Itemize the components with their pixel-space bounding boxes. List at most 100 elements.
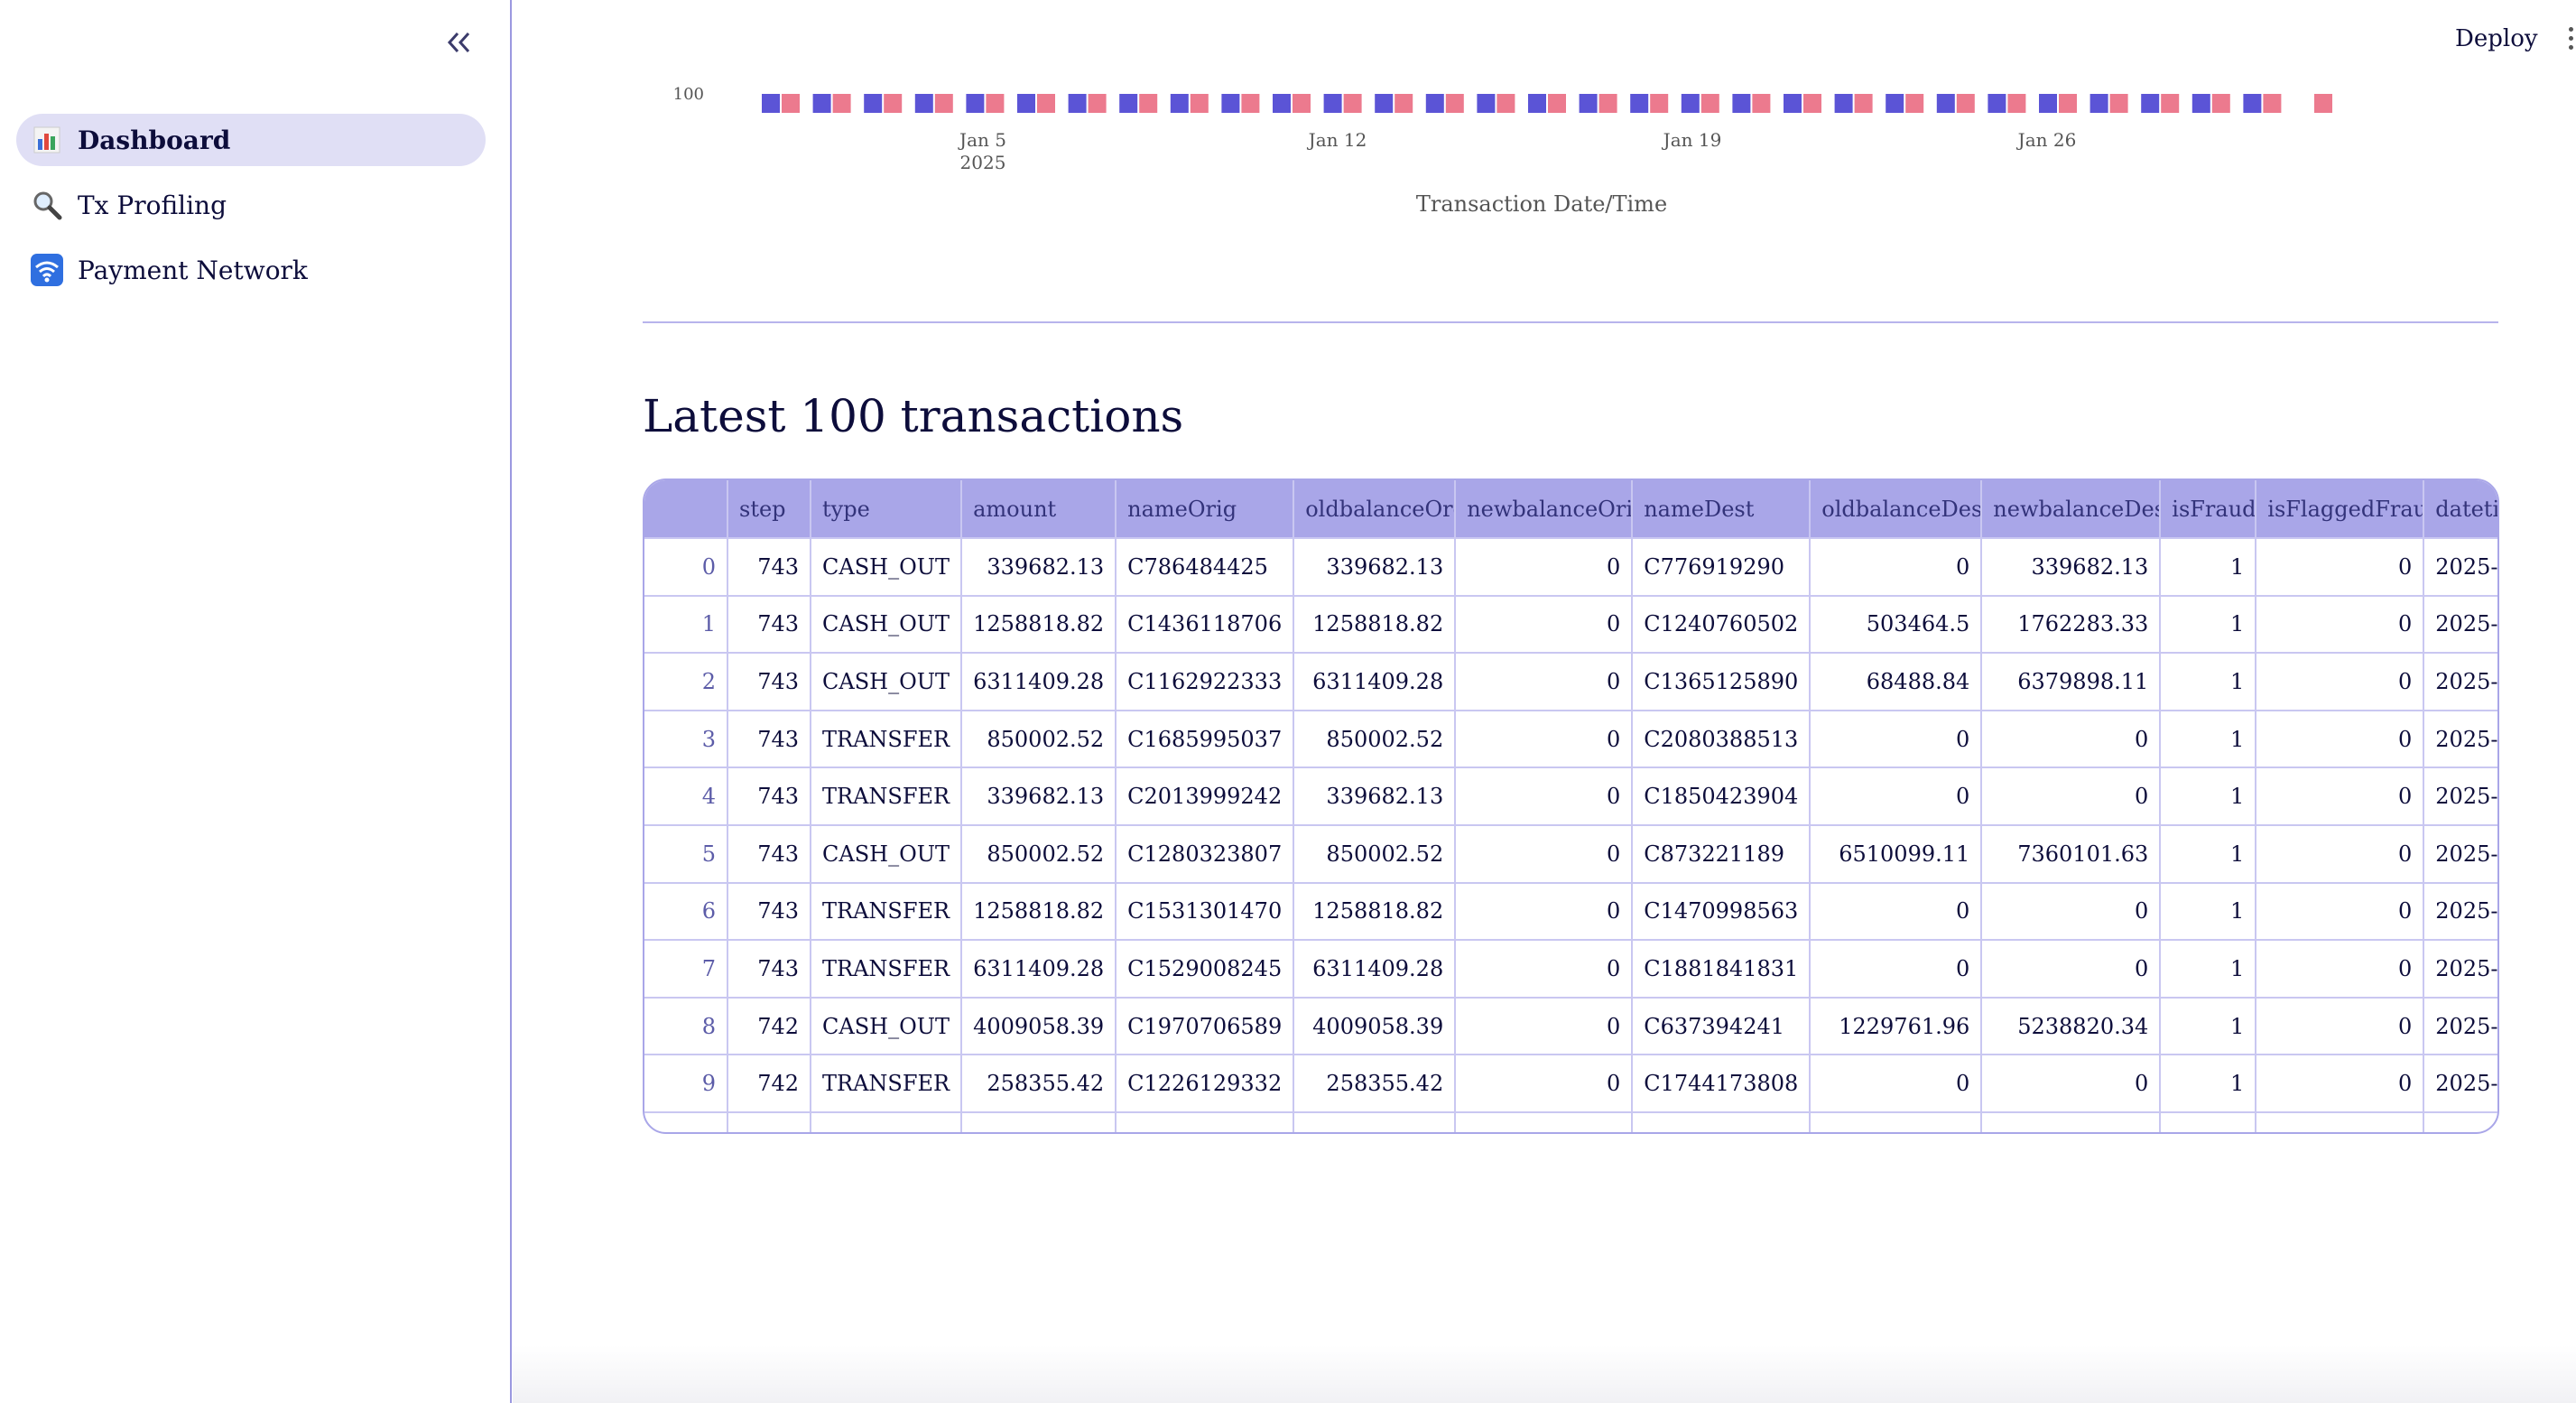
table-row[interactable]: 2 743 CASH_OUT 6311409.28 C1162922333 6311409… <box>644 652 2497 711</box>
table-cell: C1850423904 <box>1632 767 1812 825</box>
chart-bar <box>1037 94 1055 113</box>
table-cell: C1529008245 <box>1116 939 1295 998</box>
chart-bar <box>1445 94 1464 113</box>
table-cell: 743 <box>727 709 811 768</box>
table-cell: 0 <box>1455 709 1634 768</box>
x-tick-label: Jan 19 <box>1662 129 1722 151</box>
table-cell: 1 <box>2160 537 2257 596</box>
table-cell: 4009058.39 <box>961 996 1117 1055</box>
chart-bar <box>864 94 883 113</box>
sidebar-item-dashboard[interactable]: Dashboard <box>16 114 486 166</box>
table-cell: 0 <box>1455 996 1634 1055</box>
chart-bar <box>1293 94 1311 113</box>
table-row[interactable]: 1 743 CASH_OUT 1258818.82 C1436118706 1258818… <box>644 594 2497 654</box>
chart-bar <box>1956 94 1975 113</box>
vertical-dots-icon[interactable] <box>2563 27 2576 54</box>
table-cell: 0 <box>2256 881 2425 941</box>
table-cell: 0 <box>1810 881 1983 941</box>
column-header[interactable]: amount <box>961 480 1117 538</box>
table-cell <box>727 1110 811 1132</box>
row-index: 5 <box>644 823 728 883</box>
table-row[interactable]: 4 743 TRANSFER 339682.13 C2013999242 339682.1… <box>644 767 2497 825</box>
table-cell: 0 <box>1810 1054 1983 1112</box>
column-header[interactable]: oldbalanceOrg <box>1293 480 1457 538</box>
chart-bar <box>2007 94 2026 113</box>
chart-bar <box>2109 94 2128 113</box>
wifi-icon <box>31 254 63 286</box>
chart-bar <box>1496 94 1515 113</box>
chart-bar <box>1905 94 1924 113</box>
sidebar-item-payment-network[interactable]: Payment Network <box>16 244 486 296</box>
column-header[interactable]: newbalanceOrig <box>1455 480 1634 538</box>
column-header[interactable]: step <box>727 480 811 538</box>
table-cell: 743 <box>727 823 811 883</box>
table-cell: 1 <box>2160 823 2257 883</box>
table-cell: 743 <box>727 881 811 941</box>
table-cell: CASH_OUT <box>811 537 963 596</box>
chart-bar <box>832 94 851 113</box>
table-row[interactable]: 9 742 TRANSFER 258355.42 C1226129332 258355.4… <box>644 1054 2497 1112</box>
table-cell: 503464.5 <box>1810 594 1983 654</box>
chart-bar <box>2141 94 2160 113</box>
table-row[interactable]: 0 743 CASH_OUT 339682.13 C786484425 339682.13… <box>644 537 2497 596</box>
row-index: 4 <box>644 767 728 825</box>
magnifier-icon <box>31 189 63 221</box>
column-header[interactable]: isFlaggedFraud <box>2256 480 2425 538</box>
chart-bar <box>1784 94 1802 113</box>
chart-bar <box>1752 94 1771 113</box>
chart-bar <box>1936 94 1955 113</box>
x-tick-label: Jan 26 <box>2016 129 2077 151</box>
double-chevron-left-icon <box>447 32 470 53</box>
chart-bar <box>1170 94 1189 113</box>
deploy-button[interactable]: Deploy <box>2455 25 2538 52</box>
row-index: 8 <box>644 996 728 1055</box>
table-cell: 0 <box>1810 939 1983 998</box>
chart-bar <box>2090 94 2108 113</box>
table-cell: 1 <box>2160 1054 2257 1112</box>
table-row[interactable]: 5 743 CASH_OUT 850002.52 C1280323807 850002.5… <box>644 823 2497 883</box>
column-header[interactable]: type <box>811 480 963 538</box>
chart-bar <box>1630 94 1649 113</box>
chart-bar <box>2211 94 2230 113</box>
table-cell: 339682.13 <box>1981 537 2162 596</box>
sidebar-item-tx-profiling[interactable]: Tx Profiling <box>16 179 486 231</box>
table-cell: 5238820.34 <box>1981 996 2162 1055</box>
table-cell: 0 <box>2256 823 2425 883</box>
table-cell: 0 <box>1981 881 2162 941</box>
sidebar-item-label: Dashboard <box>78 125 231 155</box>
chart-bar <box>2314 94 2332 113</box>
table-cell: 2025-01-31 23 <box>2423 709 2497 768</box>
table-cell: CASH_OUT <box>811 652 963 711</box>
table-cell: 6311409.28 <box>1293 652 1457 711</box>
chart-bar <box>1579 94 1598 113</box>
column-header[interactable]: isFraud <box>2160 480 2257 538</box>
table-row[interactable]: 6 743 TRANSFER 1258818.82 C1531301470 1258818… <box>644 881 2497 941</box>
table-row[interactable]: 8 742 CASH_OUT 4009058.39 C1970706589 4009058… <box>644 996 2497 1055</box>
column-header[interactable]: nameOrig <box>1116 480 1295 538</box>
transactions-chart: 100 Jan 5 Jan 12 Jan 19 Jan 26 2025 Transactio… <box>632 81 2347 226</box>
column-header[interactable]: newbalanceDest <box>1981 480 2162 538</box>
column-header[interactable] <box>644 480 728 538</box>
transactions-table[interactable]: step type amount nameOrig oldbalanceOrg newba… <box>643 479 2499 1134</box>
chart-bar <box>2059 94 2077 113</box>
chart-bar <box>1241 94 1260 113</box>
table-cell: 0 <box>2256 767 2425 825</box>
section-divider <box>643 321 2498 323</box>
table-cell: C1531301470 <box>1116 881 1295 941</box>
table-cell: TRANSFER <box>811 881 963 941</box>
collapse-sidebar-button[interactable] <box>440 23 478 61</box>
table-cell: CASH_OUT <box>811 823 963 883</box>
column-header[interactable]: datetime <box>2423 480 2497 538</box>
column-header[interactable]: nameDest <box>1632 480 1812 538</box>
table-row[interactable]: 7 743 TRANSFER 6311409.28 C1529008245 6311409… <box>644 939 2497 998</box>
table-cell: 0 <box>2256 996 2425 1055</box>
table-cell: C873221189 <box>1632 823 1812 883</box>
column-header[interactable]: oldbalanceDest <box>1810 480 1983 538</box>
table-row[interactable]: 3 743 TRANSFER 850002.52 C1685995037 850002.5… <box>644 709 2497 768</box>
sidebar-item-label: Tx Profiling <box>78 190 227 220</box>
table-cell <box>961 1110 1117 1132</box>
table-cell: C1365125890 <box>1632 652 1812 711</box>
row-index: 0 <box>644 537 728 596</box>
table-cell: C1685995037 <box>1116 709 1295 768</box>
table-cell: 0 <box>1455 594 1634 654</box>
